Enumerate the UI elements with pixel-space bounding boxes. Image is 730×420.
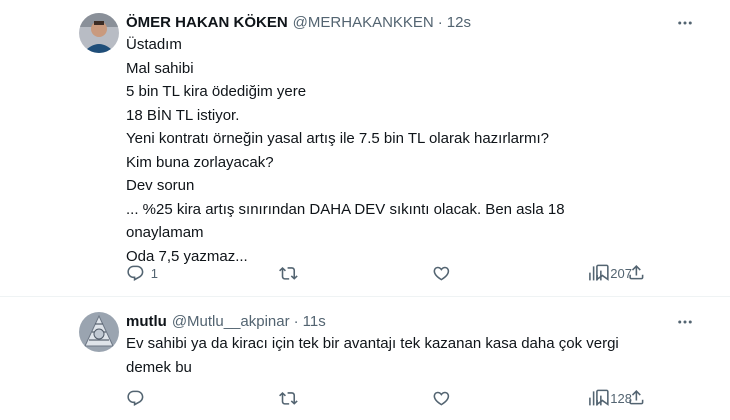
tweet[interactable]: ÖMER HAKAN KÖKEN @MERHAKANKKEN · 12s Üst… <box>0 0 730 297</box>
reply-icon <box>127 265 144 281</box>
separator: · <box>437 14 443 31</box>
retweet-icon <box>279 266 298 280</box>
tweet-actions-right <box>592 262 646 282</box>
tweet-line: 18 BİN TL istiyor. <box>126 106 240 124</box>
share-icon <box>628 389 644 405</box>
tweet-line: Kim buna zorlayacak? <box>126 153 274 171</box>
tweet-actions: 1 207 <box>126 262 632 284</box>
avatar[interactable] <box>79 312 119 352</box>
tweet-content: mutlu @Mutlu__akpinar · 11s Ev sahibi ya… <box>126 312 700 379</box>
user-handle[interactable]: @Mutlu__akpinar <box>172 312 290 332</box>
tweet-header: mutlu @Mutlu__akpinar · 11s <box>126 312 700 332</box>
retweet-icon <box>279 391 298 405</box>
tweet-line: Ev sahibi ya da kiracı için tek bir avan… <box>126 335 619 352</box>
share-icon <box>628 264 644 280</box>
tweet-actions: 128 <box>126 387 632 409</box>
profile-photo-icon <box>79 312 119 352</box>
user-handle[interactable]: @MERHAKANKKEN <box>293 13 434 33</box>
like-button[interactable] <box>432 264 472 283</box>
reply-button[interactable]: 1 <box>126 264 166 283</box>
tweet-line: ... %25 kira artış sınırından DAHA DEV s… <box>126 200 565 218</box>
tweet-line: 5 bin TL kira ödediğim yere <box>126 83 307 100</box>
timestamp[interactable]: 11s <box>303 312 326 332</box>
tweet-header: ÖMER HAKAN KÖKEN @MERHAKANKKEN · 12s <box>126 13 700 33</box>
bookmark-button[interactable] <box>592 387 612 407</box>
display-name[interactable]: mutlu <box>126 312 167 332</box>
reply-count: 1 <box>150 265 158 281</box>
tweet-line: Dev sorun <box>126 177 195 194</box>
tweet-line: Mal sahibi <box>126 59 194 77</box>
tweet-text: Ev sahibi ya da kiracı için tek bir avan… <box>126 332 700 379</box>
share-button[interactable] <box>626 387 646 407</box>
tweet-content: ÖMER HAKAN KÖKEN @MERHAKANKKEN · 12s Üst… <box>126 13 700 268</box>
tweet-line: Yeni kontratı örneğin yasal artış ile 7.… <box>126 130 550 147</box>
reply-icon <box>127 390 144 406</box>
bookmark-button[interactable] <box>592 262 612 282</box>
avatar[interactable] <box>79 13 119 53</box>
more-icon <box>678 320 692 324</box>
separator: · <box>293 313 299 330</box>
tweet-line: Üstadım <box>126 36 182 53</box>
bookmark-icon <box>595 264 609 281</box>
like-button[interactable] <box>432 389 472 408</box>
timestamp[interactable]: 12s <box>447 13 471 33</box>
more-options-button[interactable] <box>670 13 700 33</box>
display-name[interactable]: ÖMER HAKAN KÖKEN <box>126 13 288 33</box>
reply-button[interactable] <box>126 389 166 408</box>
retweet-button[interactable] <box>279 264 319 283</box>
retweet-button[interactable] <box>279 389 319 408</box>
heart-icon <box>433 266 450 281</box>
bookmark-icon <box>595 389 609 406</box>
more-options-button[interactable] <box>670 312 700 332</box>
tweet-actions-right <box>592 387 646 407</box>
tweet-line: onaylamam <box>126 224 204 241</box>
more-icon <box>678 21 692 25</box>
tweet[interactable]: mutlu @Mutlu__akpinar · 11s Ev sahibi ya… <box>0 297 730 420</box>
tweet-line: demek bu <box>126 358 192 376</box>
share-button[interactable] <box>626 262 646 282</box>
profile-photo-icon <box>79 13 119 53</box>
heart-icon <box>433 391 450 406</box>
tweet-text: Üstadım Mal sahibi 5 bin TL kira ödediği… <box>126 33 700 268</box>
